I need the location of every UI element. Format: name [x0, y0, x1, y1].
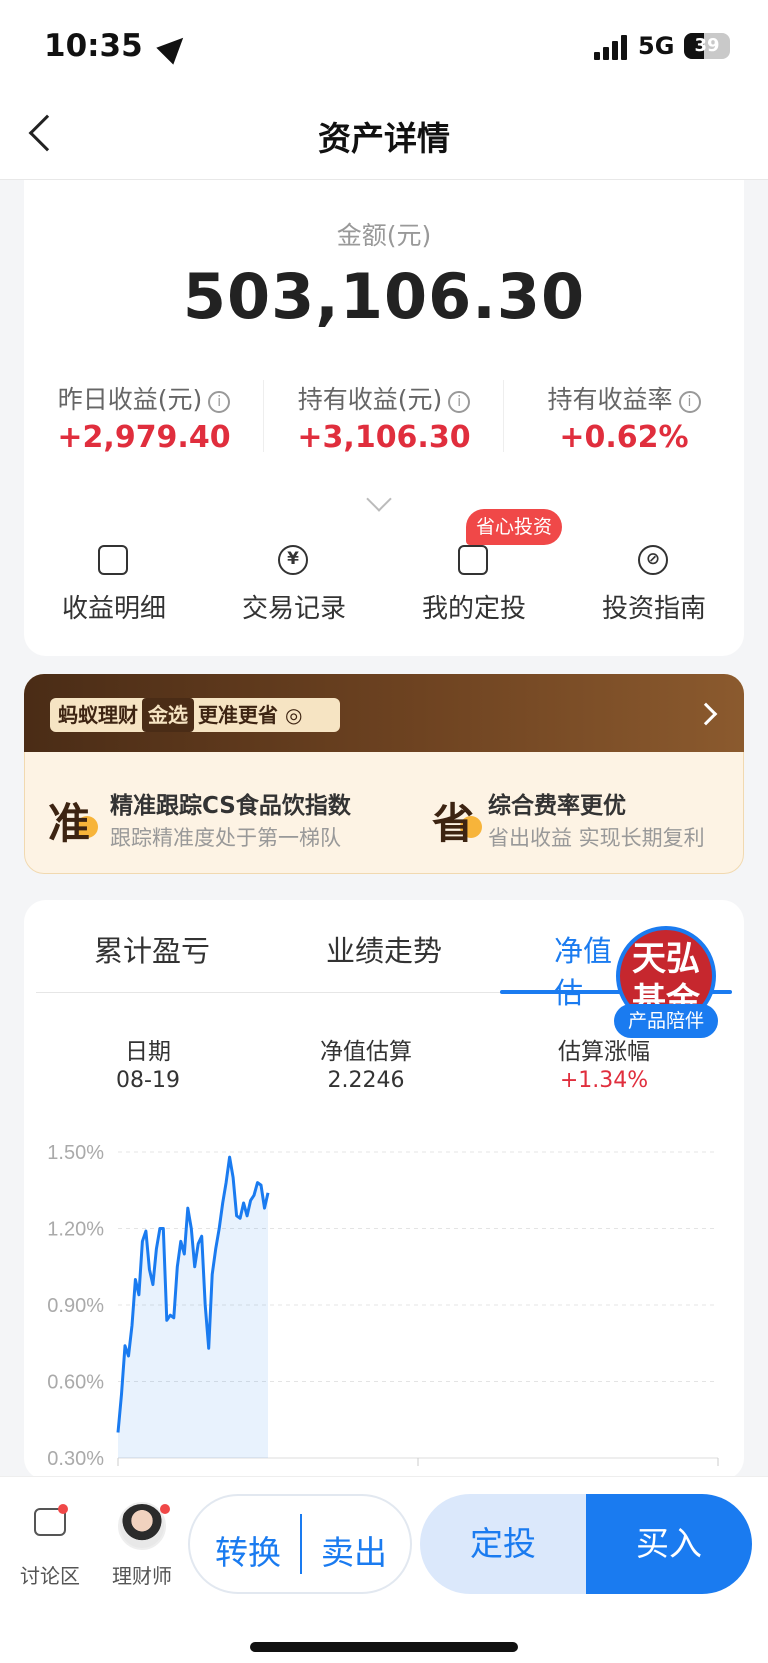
target-icon: ◎ — [284, 703, 303, 727]
sell-button[interactable]: 卖出 — [312, 1526, 396, 1574]
convert-button[interactable]: 转换 — [206, 1526, 290, 1574]
feature-save-title: 综合费率更优 — [488, 793, 626, 819]
col-nav-value: 2.2246 — [327, 1068, 405, 1093]
action-invest-guide[interactable]: 投资指南 — [564, 588, 744, 625]
action-trade-record[interactable]: 交易记录 — [204, 588, 384, 625]
home-indicator — [250, 1642, 518, 1652]
button-divider — [300, 1514, 302, 1574]
y-tick-label: 0.90% — [47, 1295, 104, 1317]
y-tick-label: 1.20% — [47, 1219, 104, 1241]
stat-holding-label[interactable]: 持有收益(元) i — [264, 380, 504, 416]
y-tick-label: 0.30% — [47, 1448, 104, 1470]
info-icon[interactable]: i — [448, 391, 471, 413]
signal-icon — [594, 34, 628, 60]
fixed-invest-button[interactable]: 定投 — [420, 1494, 586, 1594]
compass-icon[interactable]: ⊘ — [638, 545, 668, 575]
page-title: 资产详情 — [318, 119, 450, 158]
amount-value: 503,106.30 — [182, 260, 586, 333]
advisor-label[interactable]: 理财师 — [97, 1560, 187, 1589]
feature-accurate-title: 精准跟踪CS食品饮指数 — [110, 793, 351, 819]
tab-cumulative-pnl[interactable]: 累计盈亏 — [52, 928, 252, 970]
y-tick-label: 0.60% — [47, 1372, 104, 1394]
fixed-invest-badge: 省心投资 — [466, 509, 562, 545]
battery-percent: 39 — [694, 35, 720, 56]
status-time: 10:35 — [44, 28, 143, 64]
stat-yesterday-value: +2,979.40 — [57, 420, 231, 455]
notification-dot — [58, 1504, 68, 1514]
tab-performance[interactable]: 业绩走势 — [284, 928, 484, 970]
stat-rate-value: +0.62% — [559, 420, 689, 455]
advisor-avatar[interactable] — [118, 1502, 166, 1550]
feature-save-icon: 省 — [432, 799, 475, 848]
info-icon[interactable]: i — [208, 391, 231, 413]
amount-label: 金额(元) — [336, 221, 432, 250]
feature-save-desc: 省出收益 实现长期复利 — [488, 826, 705, 850]
action-income-detail[interactable]: 收益明细 — [24, 588, 204, 625]
nav-estimate-chart[interactable]: 1.50% 1.20% 0.90% 0.60% 0.30% — [36, 1120, 736, 1480]
series-area — [118, 1157, 268, 1458]
action-my-fixed-invest[interactable]: 我的定投 — [384, 588, 564, 625]
network-label: 5G — [638, 32, 675, 60]
y-tick-label: 1.50% — [47, 1142, 104, 1164]
col-date-value: 08-19 — [116, 1068, 180, 1093]
promo-brand-pill: 蚂蚁理财 金选 更准更省 ◎ — [50, 698, 340, 732]
info-icon[interactable]: i — [678, 391, 701, 413]
notification-dot — [160, 1504, 170, 1514]
stat-yesterday-label[interactable]: 昨日收益(元) i — [24, 380, 264, 416]
feature-accurate-desc: 跟踪精准度处于第一梯队 — [110, 826, 341, 850]
feature-accurate-icon: 准 — [48, 799, 91, 848]
yuan-icon[interactable]: ¥ — [278, 545, 308, 575]
col-change-value: +1.34% — [559, 1068, 649, 1093]
calendar-icon[interactable] — [458, 545, 488, 575]
document-icon[interactable] — [98, 545, 128, 575]
discuss-label[interactable]: 讨论区 — [5, 1560, 95, 1589]
col-nav-label: 净值估算 — [320, 1039, 412, 1065]
buy-button[interactable]: 买入 — [586, 1494, 752, 1594]
col-change-label: 估算涨幅 — [558, 1039, 650, 1065]
col-date-label: 日期 — [125, 1039, 171, 1065]
stat-holding-value: +3,106.30 — [297, 420, 471, 455]
stat-rate-label[interactable]: 持有收益率 i — [504, 380, 744, 416]
